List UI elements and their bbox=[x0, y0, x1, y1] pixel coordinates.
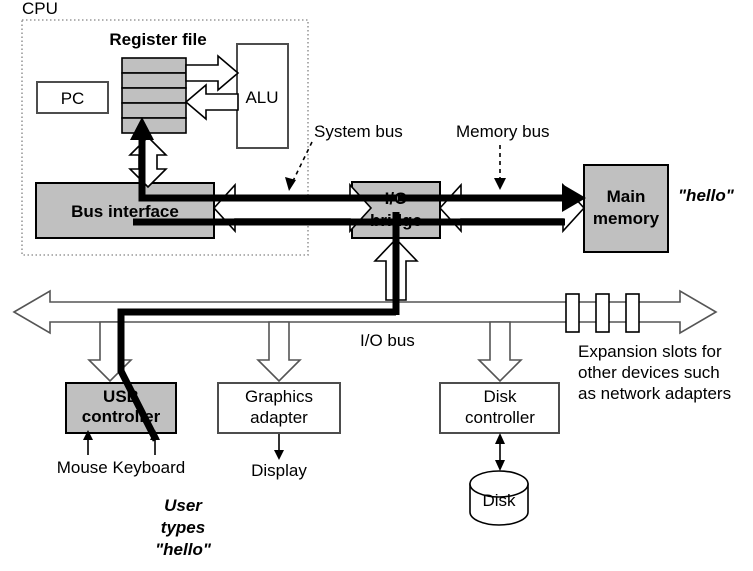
system-bus-leader bbox=[291, 141, 313, 184]
mouse-keyboard-label: Mouse Keyboard bbox=[57, 458, 186, 477]
alu-label: ALU bbox=[245, 88, 278, 107]
disk-controller-label-line2: controller bbox=[465, 408, 535, 427]
regfile-to-alu-arrow bbox=[185, 54, 240, 92]
user-types-line2: types bbox=[161, 518, 205, 537]
bus-interface-label: Bus interface bbox=[71, 202, 179, 221]
cpu-label: CPU bbox=[22, 0, 58, 18]
iobus-to-graphics-arrow bbox=[256, 321, 302, 383]
disk-controller-label-line1: Disk bbox=[483, 387, 517, 406]
io-bus-label: I/O bus bbox=[360, 331, 415, 350]
regfile-busiface-arrow bbox=[128, 135, 168, 189]
user-types-line3: "hello" bbox=[155, 540, 212, 559]
user-types-line1: User bbox=[164, 496, 203, 515]
iobus-to-disk-arrow bbox=[477, 321, 523, 383]
graphics-adapter-label-line1: Graphics bbox=[245, 387, 313, 406]
display-label: Display bbox=[251, 461, 307, 480]
main-memory-label-line1: Main bbox=[607, 187, 646, 206]
memory-bus-leader-arrowhead bbox=[494, 178, 506, 190]
graphics-adapter-label-line2: adapter bbox=[250, 408, 308, 427]
expansion-caption-line3: as network adapters bbox=[578, 384, 731, 403]
display-arrowhead bbox=[274, 450, 284, 460]
expansion-caption-line2: other devices such bbox=[578, 363, 720, 382]
alu-to-regfile-arrow bbox=[184, 83, 239, 121]
expansion-caption-line1: Expansion slots for bbox=[578, 342, 722, 361]
pc-label: PC bbox=[61, 89, 85, 108]
register-file-bands bbox=[121, 57, 187, 134]
hello-in-memory-label: "hello" bbox=[678, 186, 735, 205]
register-file-label: Register file bbox=[109, 30, 206, 49]
disk-arrowhead-down bbox=[495, 460, 505, 471]
system-bus-label: System bus bbox=[314, 122, 403, 141]
memory-bus-label: Memory bus bbox=[456, 122, 550, 141]
main-memory-label-line2: memory bbox=[593, 209, 660, 228]
expansion-slots bbox=[565, 293, 640, 333]
computer-hardware-diagram: CPU PC Register file ALU Bus interface I… bbox=[12, 0, 735, 559]
disk-label: Disk bbox=[482, 491, 516, 510]
disk-arrowhead-up bbox=[495, 433, 505, 444]
